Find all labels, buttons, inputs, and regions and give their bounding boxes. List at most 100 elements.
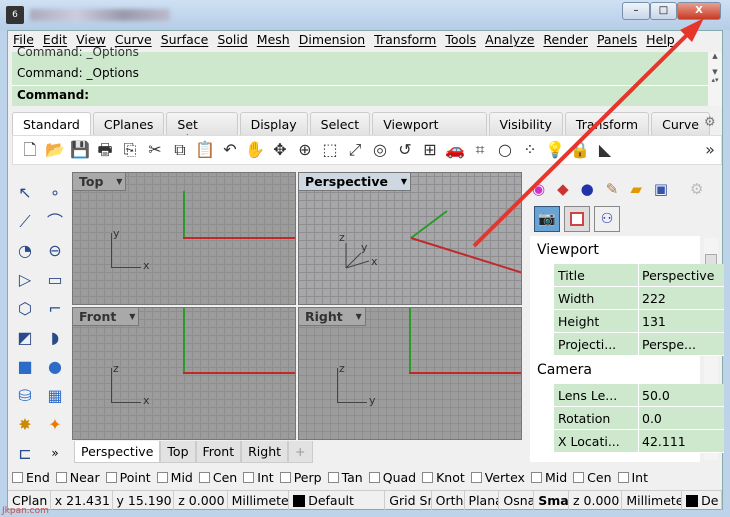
- view-tab-right[interactable]: Right: [241, 441, 289, 463]
- menu-surface[interactable]: Surface: [156, 30, 213, 50]
- property-value[interactable]: 50.0: [642, 388, 670, 403]
- surface-icon[interactable]: ◩: [10, 323, 40, 352]
- osnap-quad[interactable]: Quad: [368, 470, 416, 488]
- sphere-icon[interactable]: ●: [40, 352, 70, 381]
- ellipse-icon[interactable]: ⊖: [40, 236, 70, 265]
- fillet-icon[interactable]: ⌐: [40, 294, 70, 323]
- add-viewport-tab-button[interactable]: +: [288, 441, 313, 463]
- checkbox[interactable]: [422, 472, 434, 483]
- help-icon[interactable]: ▣: [654, 180, 668, 198]
- checkbox[interactable]: [105, 472, 117, 483]
- osnap-end[interactable]: End: [12, 470, 50, 488]
- view-tab-top[interactable]: Top: [160, 441, 196, 463]
- osnap-near[interactable]: Near: [55, 470, 100, 488]
- checkbox[interactable]: [470, 472, 482, 483]
- units[interactable]: Millimeter: [228, 491, 290, 510]
- zoom-selected-icon[interactable]: ◎: [369, 139, 391, 161]
- point-icon[interactable]: ∘: [40, 178, 70, 207]
- layer[interactable]: Default: [289, 491, 386, 510]
- layer-2[interactable]: De: [682, 491, 722, 510]
- osnap-mid[interactable]: Mid: [530, 470, 567, 488]
- mesh-icon[interactable]: ▦: [40, 381, 70, 410]
- osnap-toggle[interactable]: Osnap: [499, 491, 535, 510]
- checkbox[interactable]: [156, 472, 168, 483]
- property-value[interactable]: Perspective: [642, 268, 714, 283]
- osnap-vertex[interactable]: Vertex: [470, 470, 525, 488]
- light-bulb-icon[interactable]: 💡: [544, 139, 566, 161]
- ortho-toggle[interactable]: Ortho: [432, 491, 465, 510]
- viewport-perspective[interactable]: Perspective ▼ z y x: [298, 172, 522, 305]
- tab-viewport-layout[interactable]: Viewport Layout: [372, 112, 487, 147]
- menu-analyze[interactable]: Analyze: [480, 30, 538, 50]
- chevron-down-icon[interactable]: ▼: [116, 177, 122, 186]
- spheres-icon[interactable]: ⚇: [594, 206, 620, 232]
- render-icon[interactable]: ●: [581, 180, 594, 198]
- circle-icon[interactable]: ◔: [10, 236, 40, 265]
- osnap-knot[interactable]: Knot: [422, 470, 465, 488]
- checkbox[interactable]: [12, 472, 23, 483]
- osnap-mid[interactable]: Mid: [156, 470, 193, 488]
- import-icon[interactable]: ⎘: [119, 139, 141, 161]
- menu-help[interactable]: Help: [641, 30, 679, 50]
- undo-icon[interactable]: ↶: [219, 139, 241, 161]
- osnap-perp[interactable]: Perp: [279, 470, 322, 488]
- arc-icon[interactable]: ▷: [10, 265, 40, 294]
- tab-set-view[interactable]: Set View: [166, 112, 238, 147]
- material-icon[interactable]: ◣: [594, 139, 616, 161]
- paste-icon[interactable]: 📋: [194, 139, 216, 161]
- maximize-button[interactable]: □: [650, 2, 677, 20]
- viewport-frame-icon[interactable]: [564, 206, 590, 232]
- brush-icon[interactable]: ✎: [606, 180, 619, 198]
- folder-icon[interactable]: ▰: [630, 180, 642, 198]
- new-file-icon[interactable]: 🗋: [19, 139, 41, 161]
- tab-cplanes[interactable]: CPlanes: [92, 112, 165, 135]
- transform-icon[interactable]: ✸: [10, 410, 40, 439]
- chevron-down-icon[interactable]: ▼: [356, 312, 362, 321]
- camera-icon[interactable]: 📷: [534, 206, 560, 232]
- open-folder-icon[interactable]: 📂: [44, 139, 66, 161]
- tab-display[interactable]: Display: [239, 112, 308, 135]
- color-wheel-icon[interactable]: ◉: [532, 180, 545, 198]
- chevron-down-icon[interactable]: ▼: [129, 312, 135, 321]
- circle-icon[interactable]: ○: [494, 139, 516, 161]
- curve-icon[interactable]: ⌒: [40, 207, 70, 236]
- box-icon[interactable]: ■: [10, 352, 40, 381]
- menu-panels[interactable]: Panels: [592, 30, 641, 50]
- menu-tools[interactable]: Tools: [440, 30, 480, 50]
- osnap-int[interactable]: Int: [617, 470, 648, 488]
- viewport-right[interactable]: Right ▼ z y: [298, 307, 522, 440]
- checkbox[interactable]: [198, 472, 210, 483]
- tab-visibility[interactable]: Visibility: [488, 112, 563, 135]
- view-tab-perspective[interactable]: Perspective: [74, 441, 161, 463]
- checkbox[interactable]: [617, 472, 629, 483]
- minimize-button[interactable]: –: [622, 2, 650, 20]
- zoom-extents-icon[interactable]: ⤢: [344, 139, 366, 161]
- tab-select[interactable]: Select: [309, 112, 371, 135]
- tab-transform[interactable]: Transform: [564, 112, 650, 135]
- osnap-tan[interactable]: Tan: [327, 470, 363, 488]
- gear-icon[interactable]: ⚙: [704, 115, 716, 130]
- osnap-int[interactable]: Int: [243, 470, 274, 488]
- command-scrollbar[interactable]: ▲ ▼ ▴▾: [708, 52, 722, 106]
- zoom-window-icon[interactable]: ⬚: [319, 139, 341, 161]
- print-icon[interactable]: 🖶: [94, 139, 116, 161]
- explode-icon[interactable]: ✦: [40, 410, 70, 439]
- grid-plane-icon[interactable]: ⌗: [469, 139, 491, 161]
- material-icon[interactable]: ◆: [557, 180, 569, 198]
- extrude-icon[interactable]: ◗: [40, 323, 70, 352]
- property-value[interactable]: Perspe...: [642, 337, 696, 352]
- polygon-icon[interactable]: ⬡: [10, 294, 40, 323]
- close-button[interactable]: X: [677, 2, 721, 20]
- menu-dimension[interactable]: Dimension: [294, 30, 369, 50]
- save-icon[interactable]: 💾: [69, 139, 91, 161]
- grid-snap-toggle[interactable]: Grid Sn: [385, 491, 432, 510]
- lock-icon[interactable]: 🔒: [569, 139, 591, 161]
- points-icon[interactable]: ⁘: [519, 139, 541, 161]
- dimension-icon[interactable]: ⊏: [10, 439, 40, 468]
- smarttrack-toggle[interactable]: Smar: [534, 491, 570, 510]
- tab-curve[interactable]: Curve: [651, 112, 710, 135]
- select-arrow-icon[interactable]: ↖: [10, 178, 40, 207]
- checkbox[interactable]: [573, 472, 585, 483]
- property-value[interactable]: 222: [642, 291, 666, 306]
- menu-mesh[interactable]: Mesh: [252, 30, 294, 50]
